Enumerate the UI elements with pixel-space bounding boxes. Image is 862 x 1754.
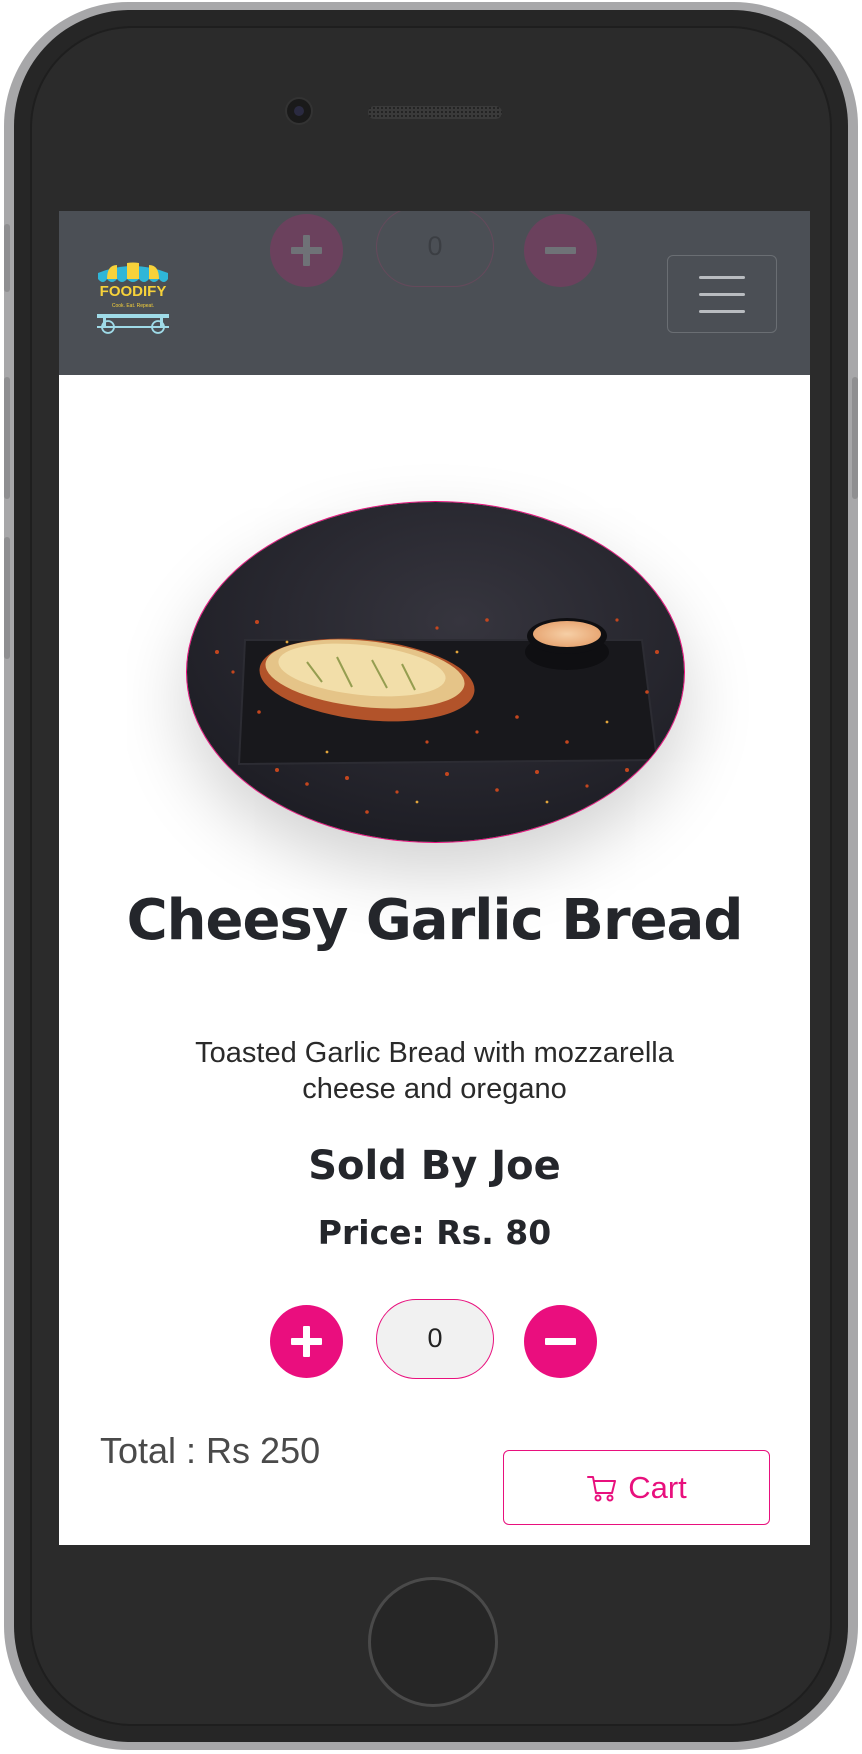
svg-text:Cook. Eat. Repeat.: Cook. Eat. Repeat. <box>112 303 154 309</box>
app-screen: FOODIFY Cook. Eat. Repeat. 0 Cheesy Garl… <box>59 211 810 1545</box>
front-camera <box>287 99 311 123</box>
ghost-quantity-value: 0 <box>376 211 494 287</box>
cart-button[interactable]: Cart <box>503 1450 770 1525</box>
product-title: Cheesy Garlic Bread <box>126 888 744 953</box>
increase-quantity-button[interactable] <box>270 1305 343 1378</box>
product-description: Toasted Garlic Bread with mozzarella che… <box>195 1037 674 1105</box>
minus-icon <box>524 214 597 287</box>
mute-switch <box>4 224 10 292</box>
earpiece-speaker <box>368 106 502 119</box>
volume-up-button <box>4 377 10 499</box>
power-button <box>852 377 858 499</box>
seller-name: Sold By Joe <box>308 1143 561 1189</box>
food-image <box>186 501 685 843</box>
home-button[interactable] <box>368 1577 498 1707</box>
plus-icon <box>270 214 343 287</box>
decrease-quantity-button[interactable] <box>524 1305 597 1378</box>
product-price: Price: Rs. 80 <box>317 1213 552 1252</box>
cart-icon <box>587 1475 617 1501</box>
volume-down-button <box>4 537 10 659</box>
quantity-value[interactable]: 0 <box>376 1299 494 1379</box>
phone-frame: FOODIFY Cook. Eat. Repeat. 0 Cheesy Garl… <box>4 2 858 1750</box>
quantity-control: 0 <box>59 1299 810 1383</box>
cart-label: Cart <box>628 1469 687 1505</box>
minus-icon <box>545 1338 576 1345</box>
order-total: Total : Rs 250 <box>100 1430 321 1471</box>
ghost-quantity-controls: 0 <box>59 211 810 291</box>
